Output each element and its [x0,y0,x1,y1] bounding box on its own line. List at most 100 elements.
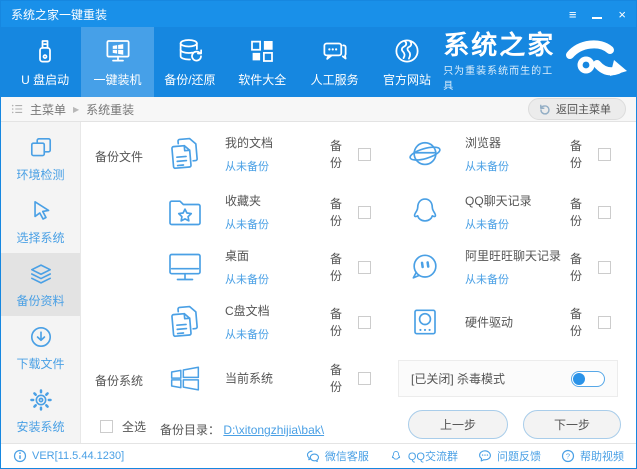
close-icon[interactable]: × [618,8,626,21]
c-drive-docs-icon [165,302,205,342]
sidebar-item-label: 选择系统 [16,230,65,245]
backup-checkbox[interactable] [598,315,611,329]
antivirus-toggle[interactable] [571,370,605,387]
backup-label: 备份 [570,197,583,228]
download-file-icon [28,324,54,350]
item-status-link[interactable]: 从未备份 [225,158,273,174]
backup-checkbox[interactable] [358,147,371,161]
nav-item-usb-boot[interactable]: U 盘启动 [9,27,81,97]
backup-control: 备份 [570,305,611,339]
select-all-checkbox[interactable] [100,420,113,433]
nav-item-label: 软件大全 [238,73,287,87]
windows-icon [165,358,205,398]
backup-checkbox[interactable] [598,260,611,274]
sidebar-item-label: 备份资料 [16,293,65,308]
wechat-support-link[interactable]: 微信客服 [306,448,369,464]
backup-item-favorites: 收藏夹 从未备份 备份 [165,186,371,238]
feedback-icon [478,449,492,463]
row-text: 我的文档 从未备份 [225,134,273,174]
nav-item-label: 人工服务 [310,73,359,87]
sidebar-item-download-file[interactable]: 下载文件 [1,316,80,379]
qq-group-icon [389,449,403,463]
help-video-link[interactable]: ? 帮助视频 [561,448,624,464]
browser-icon [405,134,445,174]
backup-item-c-drive-docs: C盘文档 从未备份 备份 [165,296,371,348]
sidebar-item-backup-data[interactable]: 备份资料 [1,253,80,316]
backup-control: 备份 [330,305,371,339]
backup-checkbox[interactable] [358,315,371,329]
nav-item-label: 官方网站 [382,73,431,87]
row-text: 浏览器 从未备份 [465,134,509,174]
nav-item-website[interactable]: 官方网站 [371,27,443,97]
backup-checkbox[interactable] [598,205,611,219]
item-status-link[interactable]: 从未备份 [225,216,269,232]
help-video-icon: ? [561,449,575,463]
install-system-icon [28,387,54,413]
backup-restore-icon [175,36,205,66]
titlebar: 系统之家一键重装 ≡ × [1,1,636,27]
undo-arrow-icon [538,103,551,116]
software-icon [247,36,277,66]
backup-item-current-system: 当前系统 备份 [165,352,371,404]
backup-label: 备份 [330,252,343,283]
previous-step-button[interactable]: 上一步 [408,410,508,439]
website-icon [392,36,422,66]
item-status-link[interactable]: 从未备份 [225,271,269,287]
backup-label: 备份 [570,252,583,283]
sidebar-item-env-check[interactable]: 环境检测 [1,127,80,190]
qq-group-link[interactable]: QQ交流群 [389,448,458,464]
backup-control: 备份 [330,195,371,229]
backup-dir-link[interactable]: D:\xitongzhijia\bak\ [223,423,324,437]
backup-control: 备份 [570,195,611,229]
backup-control: 备份 [330,250,371,284]
backup-control: 备份 [330,361,371,395]
favorites-folder-icon [165,192,205,232]
sidebar-item-install-system[interactable]: 安装系统 [1,379,80,442]
sidebar-item-label: 下载文件 [16,356,65,371]
select-all-control: 全选 [100,418,146,435]
nav-item-label: 一键装机 [93,73,142,87]
backup-control: 备份 [330,137,371,171]
backup-checkbox[interactable] [358,260,371,274]
item-status-link[interactable]: 从未备份 [465,216,532,232]
menu-icon[interactable]: ≡ [569,8,577,21]
sidebar-item-label: 安装系统 [16,419,65,434]
backup-dir: 备份目录： D:\xitongzhijia\bak\ [160,421,324,438]
feedback-link[interactable]: 问题反馈 [478,448,541,464]
item-status-link[interactable]: 从未备份 [225,326,270,342]
desktop-icon [165,247,205,287]
statusbar: VER[11.5.44.1230] 微信客服 QQ交流群 问题反馈 ? 帮助视频 [1,443,636,468]
next-step-button[interactable]: 下一步 [523,410,621,439]
item-name: 我的文档 [225,136,274,150]
wangwang-icon [405,247,445,287]
info-icon [13,449,27,463]
backup-label: 备份 [330,197,343,228]
brand-text: 系统之家 只为重装系统而生的工具 [443,32,560,92]
qq-icon [405,192,445,232]
nav-item-software[interactable]: 软件大全 [226,27,298,97]
item-name: 阿里旺旺聊天记录 [465,249,562,263]
top-nav: U 盘启动 一键装机 备份/还原 软件大全 人工服务 官方网站 系统之家 只为重… [1,27,636,97]
status-links: 微信客服 QQ交流群 问题反馈 ? 帮助视频 [306,448,624,464]
breadcrumb-root[interactable]: 主菜单 [30,101,66,118]
backup-data-icon [28,261,54,287]
return-main-menu-button[interactable]: 返回主菜单 [528,98,626,120]
status-link-label: 微信客服 [324,451,369,463]
backup-checkbox[interactable] [598,147,611,161]
nav-item-label: U 盘启动 [21,73,70,87]
minimize-icon[interactable] [592,8,603,21]
breadcrumb-arrow-icon: ▶ [73,104,80,114]
toggle-knob [573,372,585,385]
nav-item-support[interactable]: 人工服务 [298,27,370,97]
nav-item-label: 备份/还原 [164,73,216,87]
backup-label: 备份 [330,363,343,394]
backup-checkbox[interactable] [358,371,371,385]
item-status-link[interactable]: 从未备份 [465,158,509,174]
sidebar-item-select-system[interactable]: 选择系统 [1,190,80,253]
backup-checkbox[interactable] [358,205,371,219]
nav-item-one-key-install[interactable]: 一键装机 [81,27,154,97]
nav-item-backup-restore[interactable]: 备份/还原 [154,27,226,97]
item-status-link[interactable]: 从未备份 [465,271,561,287]
backup-item-wangwang-chat: 阿里旺旺聊天记录 从未备份 备份 [405,241,611,293]
backup-item-qq-chat: QQ聊天记录 从未备份 备份 [405,186,611,238]
